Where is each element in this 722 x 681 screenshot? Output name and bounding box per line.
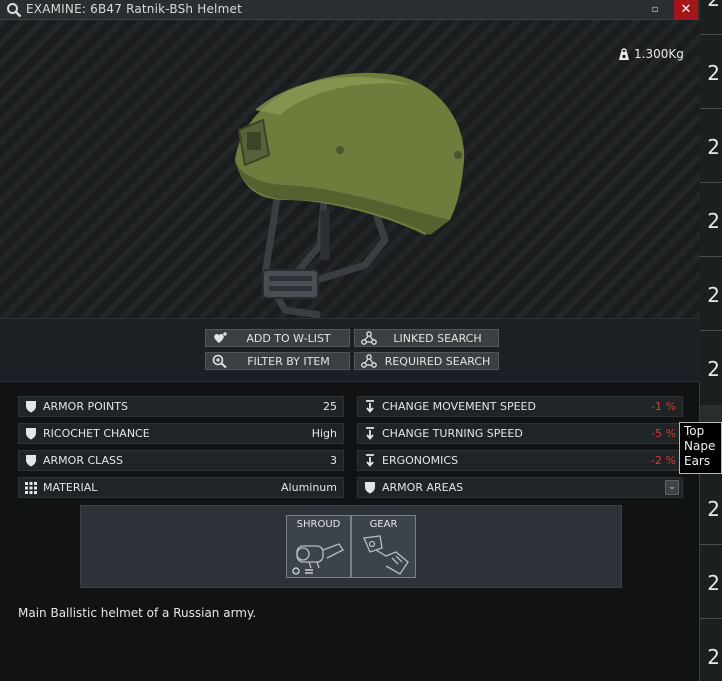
stat-value: -5 %	[651, 427, 676, 440]
stat-row-ergonomics: ERGONOMICS -2 %	[357, 450, 683, 471]
mod-slot-label: SHROUD	[296, 519, 341, 530]
arrow-down-icon	[366, 454, 374, 467]
stat-label: ARMOR CLASS	[43, 454, 124, 467]
required-search-button[interactable]: REQUIRED SEARCH	[354, 352, 499, 370]
stat-label: ARMOR POINTS	[43, 400, 128, 413]
title-bar[interactable]: EXAMINE: 6B47 Ratnik-BSh Helmet ▫ ✕	[0, 0, 700, 20]
minimize-button[interactable]: ▫	[648, 3, 662, 16]
grid-cell: 2	[700, 34, 722, 109]
grid-cell: 2	[700, 544, 722, 619]
weight-value: 1.300Kg	[634, 47, 684, 61]
stat-row-ricochet-chance: RICOCHET CHANCE High	[18, 423, 344, 444]
add-to-wishlist-button[interactable]: ADD TO W-LIST	[205, 329, 350, 347]
shield-icon	[26, 401, 36, 413]
grid-cell: 2	[700, 256, 722, 331]
stat-row-armor-points: ARMOR POINTS 25	[18, 396, 344, 417]
stat-row-armor-areas[interactable]: ARMOR AREAS ⌄	[357, 477, 683, 498]
linked-search-label: LINKED SEARCH	[393, 332, 482, 345]
mod-slot-gear[interactable]: GEAR	[351, 515, 416, 578]
grid-cell: 2	[700, 330, 722, 405]
action-bar: ADD TO W-LIST LINKED SEARCH FILTER BY IT…	[0, 318, 700, 382]
stat-value: 25	[323, 400, 337, 413]
stat-row-material: MATERIAL Aluminum	[18, 477, 344, 498]
stat-label: ARMOR AREAS	[382, 481, 464, 494]
stat-row-armor-class: ARMOR CLASS 3	[18, 450, 344, 471]
grid-cell: 2	[700, 0, 722, 35]
weight-icon	[619, 48, 629, 60]
grid-cell-count: 2	[707, 497, 720, 521]
shield-icon	[26, 428, 36, 440]
stat-value: High	[311, 427, 337, 440]
grid-cell-count: 2	[707, 645, 720, 669]
gear-mount-icon	[363, 535, 409, 575]
mod-slot-shroud[interactable]: SHROUD	[286, 515, 351, 578]
grid-cell-count: 2	[707, 283, 720, 307]
armor-areas-tooltip: Top Nape Ears	[679, 422, 722, 474]
close-button[interactable]: ✕	[674, 0, 698, 19]
stat-value: Aluminum	[281, 481, 337, 494]
grid-icon	[25, 482, 37, 494]
grid-cell-count: 2	[707, 135, 720, 159]
grid-cell-count: 2	[707, 571, 720, 595]
mod-slots-panel: SHROUD GEAR	[80, 505, 622, 588]
magnifier-icon	[7, 3, 22, 18]
stat-value: 3	[330, 454, 337, 467]
item-weight: 1.300Kg	[618, 47, 684, 61]
arrow-down-icon	[366, 427, 374, 440]
background-grid-strip: 2 2 2 2 2 2 2 2 2	[700, 0, 722, 681]
add-to-wishlist-label: ADD TO W-LIST	[246, 332, 331, 345]
tooltip-line: Top	[684, 424, 705, 438]
stat-value: -2 %	[651, 454, 676, 467]
stat-label: CHANGE MOVEMENT SPEED	[382, 400, 536, 413]
window-title: EXAMINE: 6B47 Ratnik-BSh Helmet	[26, 2, 242, 16]
stat-label: MATERIAL	[43, 481, 98, 494]
grid-cell-count: 2	[707, 0, 720, 11]
grid-cell: 2	[700, 108, 722, 183]
grid-cell: 2	[700, 182, 722, 257]
mod-slot-label: GEAR	[369, 519, 398, 530]
stat-label: CHANGE TURNING SPEED	[382, 427, 523, 440]
filter-by-item-button[interactable]: FILTER BY ITEM	[205, 352, 350, 370]
tooltip-line: Nape	[684, 439, 716, 453]
grid-cell-count: 2	[707, 209, 720, 233]
grid-cell: 2	[700, 618, 722, 681]
grid-cell: 2	[700, 470, 722, 545]
grid-cell-count: 2	[707, 61, 720, 85]
filter-by-item-label: FILTER BY ITEM	[247, 355, 330, 368]
tooltip-line: Ears	[684, 454, 711, 468]
stat-label: RICOCHET CHANCE	[43, 427, 150, 440]
linked-search-button[interactable]: LINKED SEARCH	[354, 329, 499, 347]
helmet-image	[235, 72, 465, 319]
shield-icon	[26, 455, 36, 467]
stat-row-movement-speed: CHANGE MOVEMENT SPEED -1 %	[357, 396, 683, 417]
item-preview[interactable]: 1.300Kg	[0, 20, 700, 319]
stat-label: ERGONOMICS	[382, 454, 459, 467]
shield-icon	[365, 482, 375, 494]
item-description: Main Ballistic helmet of a Russian army.	[18, 606, 257, 620]
examine-window: EXAMINE: 6B47 Ratnik-BSh Helmet ▫ ✕ 1.30…	[0, 0, 700, 681]
stat-value: -1 %	[651, 400, 676, 413]
stat-row-turning-speed: CHANGE TURNING SPEED -5 %	[357, 423, 683, 444]
arrow-down-icon	[366, 400, 374, 413]
shroud-icon	[292, 543, 344, 575]
armor-areas-dropdown-button[interactable]: ⌄	[665, 480, 679, 495]
required-search-label: REQUIRED SEARCH	[384, 355, 491, 368]
grid-cell-count: 2	[707, 357, 720, 381]
